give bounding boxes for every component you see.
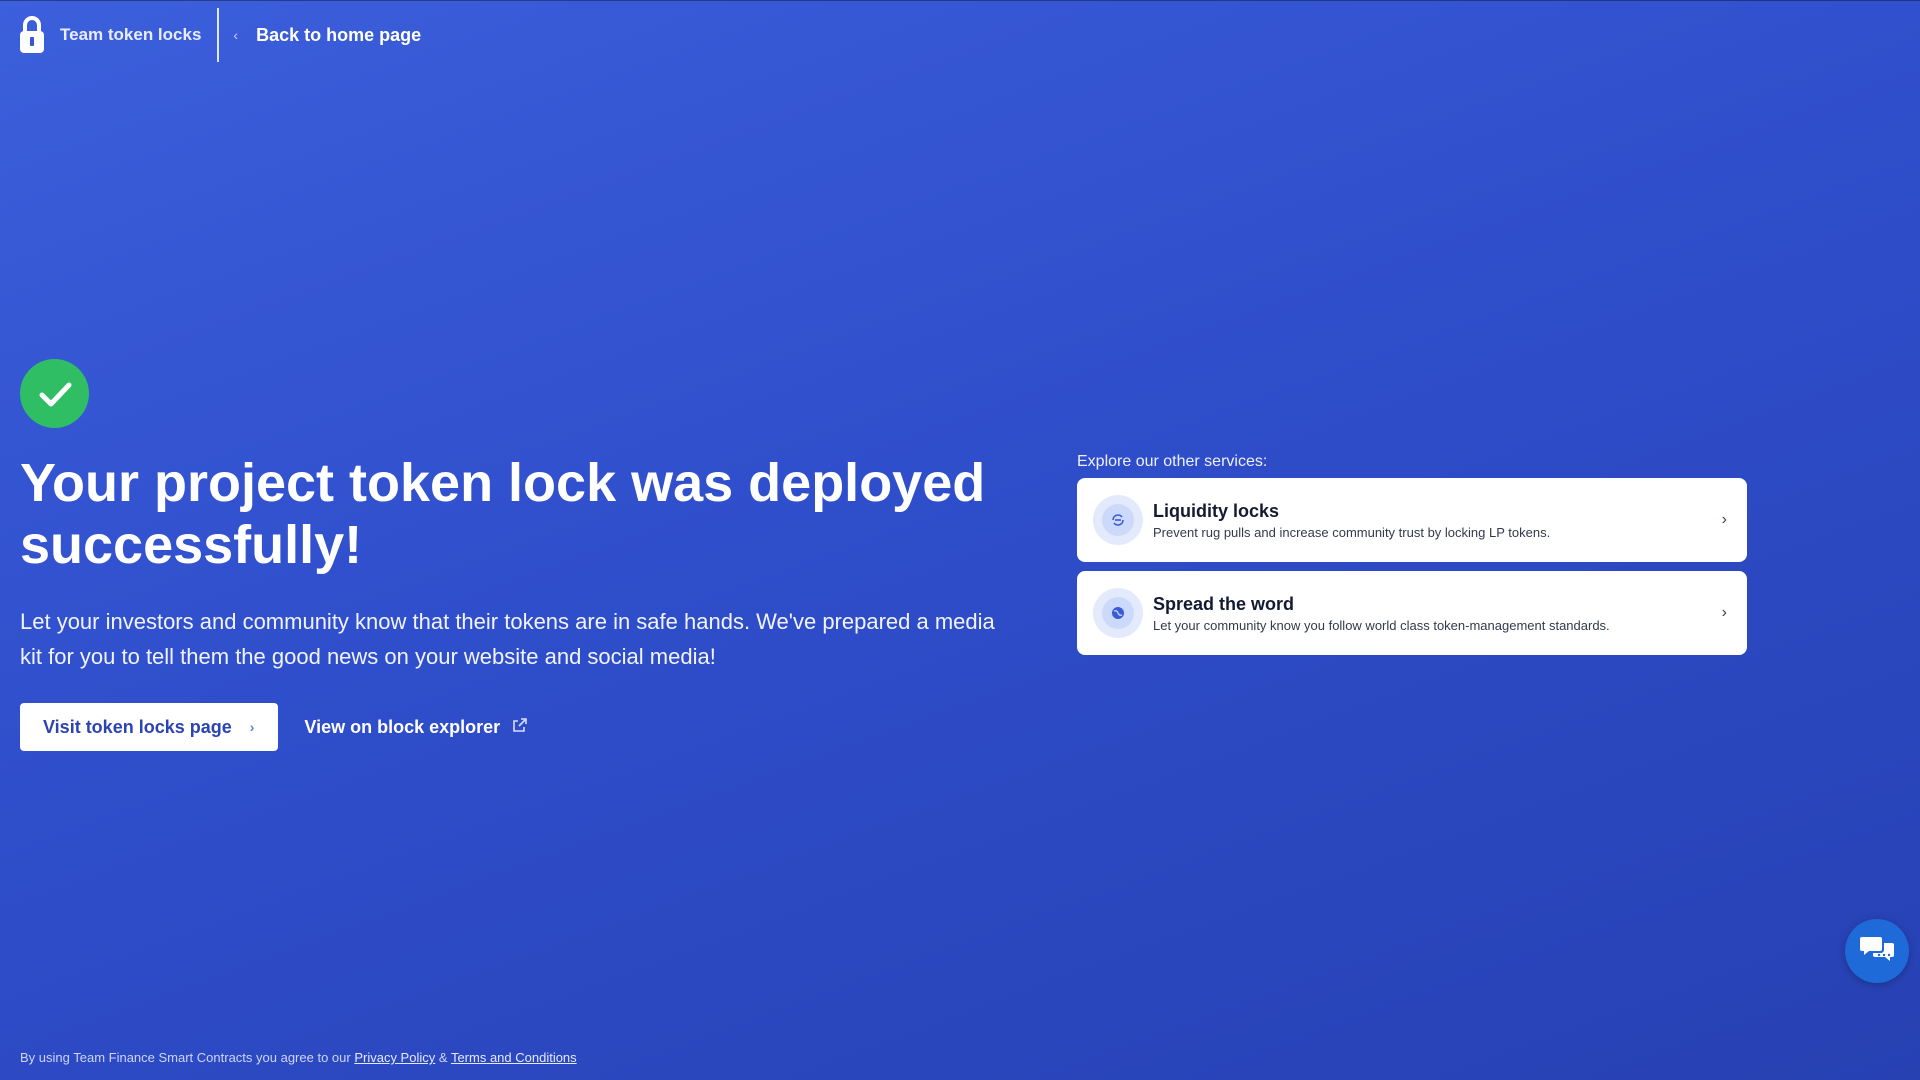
view-on-block-explorer-link[interactable]: View on block explorer	[304, 717, 528, 738]
header: Team token locks ‹ Back to home page	[18, 8, 421, 62]
brand-name: Team token locks	[60, 25, 202, 44]
top-border	[0, 0, 1920, 1]
page-title: Your project token lock was deployed suc…	[20, 452, 1020, 576]
padlock-icon	[18, 14, 48, 56]
success-check-icon	[20, 359, 89, 428]
chat-button[interactable]	[1845, 919, 1909, 983]
action-buttons: Visit token locks page › View on block e…	[20, 703, 528, 751]
chat-bubbles-icon	[1859, 934, 1895, 969]
services-label: Explore our other services:	[1077, 453, 1268, 470]
globe-icon	[1093, 588, 1143, 638]
title-line-2: successfully!	[20, 515, 363, 575]
title-line-1: Your project token lock was deployed	[20, 453, 986, 513]
brand-link[interactable]: Team token locks	[18, 8, 217, 62]
chevron-left-icon: ‹	[233, 27, 239, 43]
lock-link-icon	[1093, 495, 1143, 545]
description-line-1: Let your investors and community know th…	[20, 609, 995, 634]
service-description: Let your community know you follow world…	[1153, 618, 1610, 633]
service-title: Spread the word	[1153, 594, 1295, 614]
description-line-2: kit for you to tell them the good news o…	[20, 644, 716, 669]
service-card-spread-the-word[interactable]: Spread the word Let your community know …	[1077, 571, 1747, 655]
service-card-liquidity-locks[interactable]: Liquidity locks Prevent rug pulls and in…	[1077, 478, 1747, 562]
back-link-label: Back to home page	[256, 24, 422, 45]
service-title: Liquidity locks	[1153, 501, 1280, 521]
external-link-icon	[512, 717, 528, 738]
chevron-right-icon: ›	[249, 719, 255, 735]
service-description: Prevent rug pulls and increase community…	[1153, 525, 1551, 540]
header-divider	[217, 8, 220, 62]
terms-and-conditions-link[interactable]: Terms and Conditions	[451, 1050, 577, 1065]
visit-token-locks-label: Visit token locks page	[43, 716, 232, 737]
block-explorer-label: View on block explorer	[304, 716, 501, 737]
privacy-policy-link[interactable]: Privacy Policy	[354, 1050, 435, 1065]
chevron-right-icon: ›	[1721, 604, 1727, 621]
footer-legal: By using Team Finance Smart Contracts yo…	[20, 1050, 577, 1065]
footer-ampersand: &	[438, 1050, 448, 1065]
visit-token-locks-button[interactable]: Visit token locks page ›	[20, 703, 279, 751]
footer-text: By using Team Finance Smart Contracts yo…	[20, 1050, 351, 1065]
back-to-home-link[interactable]: ‹ Back to home page	[233, 25, 421, 46]
chevron-right-icon: ›	[1721, 511, 1727, 528]
page-description: Let your investors and community know th…	[20, 604, 1060, 674]
